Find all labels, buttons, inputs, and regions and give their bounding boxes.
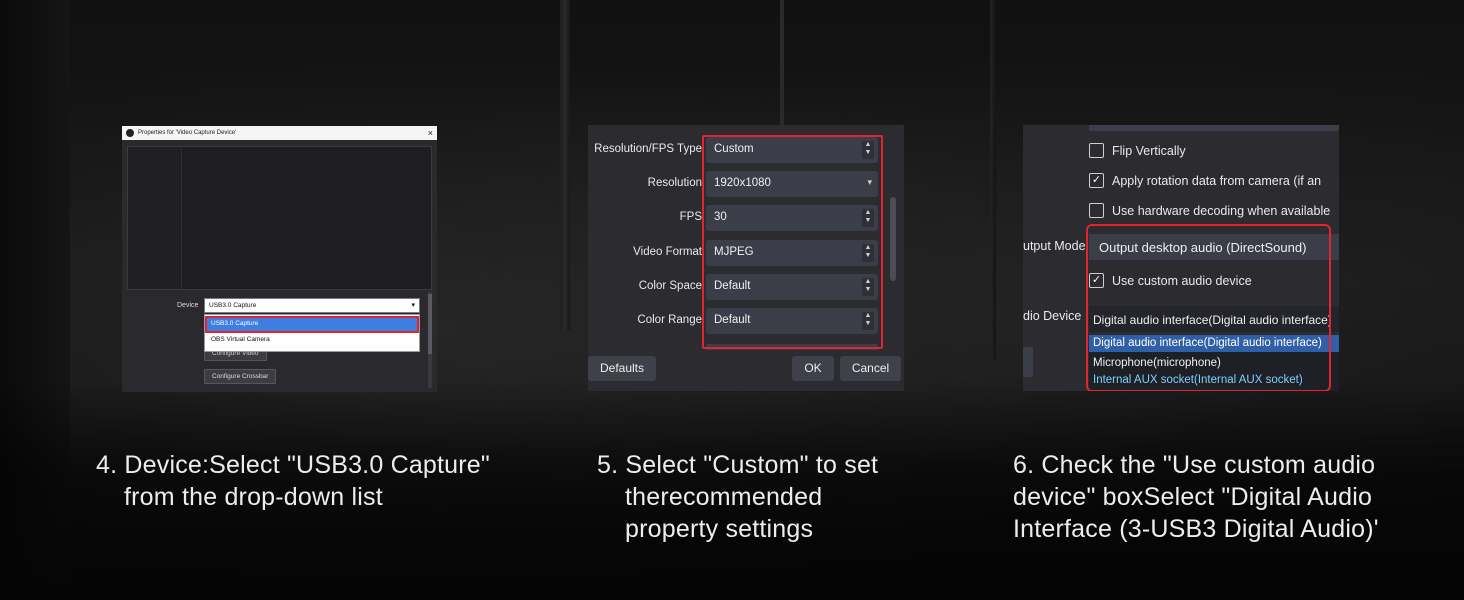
configure-crossbar-button[interactable]: Configure Crossbar bbox=[204, 369, 277, 384]
checkbox-unchecked-icon bbox=[1089, 143, 1104, 159]
checkbox-unchecked-icon bbox=[1089, 203, 1104, 219]
flip-vertically-checkbox[interactable]: Flip Vertically bbox=[1089, 143, 1186, 162]
step-6-line-3: Interface (3-USB3 Digital Audio)' bbox=[1013, 515, 1379, 543]
resolution-settings-panel: Resolution/FPS Type Custom ▲ ▼ Resolution… bbox=[588, 125, 904, 391]
step-4-line-1: 4. Device:Select "USB3.0 Capture" bbox=[96, 451, 490, 479]
device-dropdown-list: USB3.0 Capture OBS Virtual Camera bbox=[204, 314, 420, 352]
video-capture-properties-window: Properties for 'Video Capture Device' × … bbox=[122, 126, 437, 392]
audio-settings-panel: Flip Vertically ✓ Apply rotation data fro… bbox=[1023, 125, 1339, 391]
checkbox-checked-icon: ✓ bbox=[1089, 173, 1104, 189]
step-6-line-1: 6. Check the "Use custom audio bbox=[1013, 451, 1376, 479]
apply-rotation-label: Apply rotation data from camera (if an bbox=[1112, 174, 1322, 188]
dropdown-option-usb3-capture[interactable]: USB3.0 Capture bbox=[205, 316, 419, 333]
cancel-button[interactable]: Cancel bbox=[840, 356, 901, 381]
window-titlebar: Properties for 'Video Capture Device' × bbox=[122, 126, 437, 140]
device-select[interactable]: USB3.0 Capture ▾ bbox=[204, 298, 420, 313]
output-mode-label: utput Mode bbox=[1023, 239, 1086, 253]
obs-logo-icon bbox=[126, 129, 134, 137]
background-wall bbox=[560, 0, 570, 330]
step-5-caption: 5. Select "Custom" to set therecommended… bbox=[597, 449, 878, 545]
fps-label: FPS bbox=[679, 211, 702, 223]
highlight-box bbox=[1086, 224, 1331, 391]
step-4-caption: 4. Device:Select "USB3.0 Capture" from t… bbox=[96, 449, 490, 513]
step-4-line-2: from the drop-down list bbox=[124, 483, 383, 511]
color-range-label: Color Range bbox=[637, 314, 702, 326]
hardware-decoding-checkbox[interactable]: Use hardware decoding when available bbox=[1089, 203, 1331, 222]
step-5-line-2: therecommended bbox=[625, 483, 823, 511]
step-5-line-3: property settings bbox=[625, 515, 814, 543]
hardware-decoding-label: Use hardware decoding when available bbox=[1112, 204, 1331, 218]
step-5-line-1: 5. Select "Custom" to set bbox=[597, 451, 879, 479]
device-label: Device bbox=[177, 302, 199, 309]
video-format-label: Video Format bbox=[633, 246, 702, 258]
close-icon[interactable]: × bbox=[428, 128, 433, 138]
highlight-box bbox=[702, 135, 883, 349]
scrollbar[interactable] bbox=[890, 197, 896, 281]
resolution-fps-type-label: Resolution/FPS Type bbox=[594, 143, 702, 155]
color-space-label: Color Space bbox=[638, 280, 702, 292]
partial-button-stub bbox=[1023, 347, 1033, 377]
device-select-value: USB3.0 Capture bbox=[209, 302, 257, 309]
audio-device-label: dio Device bbox=[1023, 309, 1082, 323]
chevron-down-icon: ▾ bbox=[411, 302, 415, 309]
apply-rotation-checkbox[interactable]: ✓ Apply rotation data from camera (if an bbox=[1089, 173, 1322, 192]
flip-vertically-label: Flip Vertically bbox=[1112, 144, 1186, 158]
resolution-label: Resolution bbox=[647, 177, 702, 189]
previous-control-stub bbox=[1089, 125, 1339, 131]
defaults-button[interactable]: Defaults bbox=[588, 356, 656, 381]
background-wall bbox=[990, 0, 996, 360]
ok-button[interactable]: OK bbox=[792, 356, 834, 381]
step-6-caption: 6. Check the "Use custom audio device" b… bbox=[1013, 449, 1379, 545]
video-preview bbox=[127, 146, 432, 290]
step-6-line-2: device" boxSelect "Digital Audio bbox=[1013, 483, 1373, 511]
dropdown-option-obs-virtual-camera[interactable]: OBS Virtual Camera bbox=[205, 333, 419, 347]
window-title: Properties for 'Video Capture Device' bbox=[138, 130, 237, 136]
scrollbar[interactable] bbox=[428, 292, 432, 388]
